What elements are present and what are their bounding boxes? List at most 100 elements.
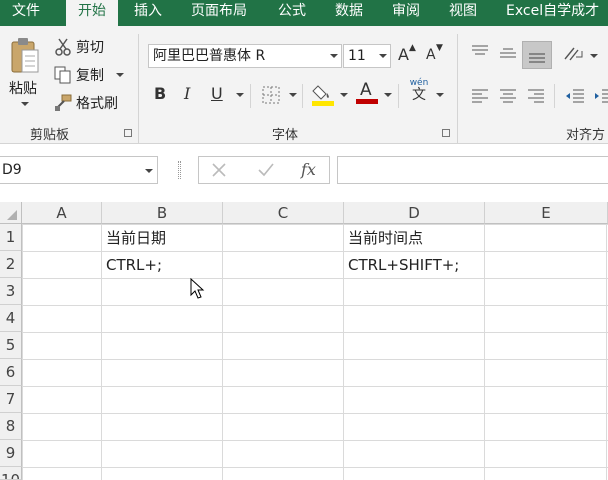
tab-excel-self-study[interactable]: Excel自学成才 [506, 0, 608, 26]
formula-bar: D9 fx [0, 144, 608, 202]
font-size-value: 11 [348, 48, 366, 64]
paste-dropdown-icon[interactable] [21, 102, 29, 106]
group-separator [457, 34, 458, 144]
gridline [101, 224, 102, 480]
paste-button[interactable]: 粘贴 [6, 36, 44, 116]
name-box-value: D9 [2, 162, 22, 178]
column-header-a[interactable]: A [22, 202, 102, 224]
row-header-4[interactable]: 4 [0, 305, 22, 332]
align-middle-icon[interactable] [498, 44, 518, 60]
borders-dropdown-icon[interactable] [289, 93, 297, 97]
orientation-icon[interactable] [562, 44, 588, 64]
name-box-dropdown-icon[interactable] [145, 169, 153, 173]
gridline [343, 224, 344, 480]
resize-handle[interactable] [178, 161, 181, 179]
tab-view[interactable]: 视图 [449, 0, 485, 26]
column-header-c[interactable]: C [223, 202, 344, 224]
alignment-group-label: 对齐方 [566, 128, 606, 143]
tab-review[interactable]: 审阅 [392, 0, 428, 26]
borders-icon[interactable] [262, 86, 280, 104]
insert-function-icon[interactable]: fx [301, 160, 316, 179]
cancel-icon[interactable] [211, 162, 227, 178]
copy-dropdown-icon[interactable] [116, 73, 124, 77]
font-group-label: 字体 [272, 128, 299, 143]
font-color-swatch [356, 99, 378, 104]
formula-input[interactable] [337, 156, 608, 184]
format-painter-button[interactable]: 格式刷 [52, 92, 128, 114]
clipboard-dialog-launcher-icon[interactable] [124, 129, 132, 137]
cell-b2[interactable]: CTRL+; [106, 252, 162, 278]
align-left-icon[interactable] [470, 88, 490, 104]
formula-buttons: fx [198, 156, 330, 184]
grow-font-button[interactable]: A ▲ [398, 43, 416, 67]
font-size-dropdown-icon[interactable] [379, 54, 387, 58]
cut-button[interactable]: 剪切 [52, 36, 122, 58]
cell-b1[interactable]: 当前日期 [106, 225, 166, 251]
cell-d2[interactable]: CTRL+SHIFT+; [348, 252, 459, 278]
row-header-9[interactable]: 9 [0, 440, 22, 467]
decrease-indent-icon[interactable] [564, 88, 586, 104]
phonetic-dropdown-icon[interactable] [436, 93, 444, 97]
group-separator [138, 34, 139, 144]
column-header-b[interactable]: B [102, 202, 223, 224]
paste-icon [11, 38, 39, 73]
ribbon-tab-bar: 文件 开始 插入 页面布局 公式 数据 审阅 视图 Excel自学成才 [0, 0, 608, 26]
cell-area[interactable]: 当前日期 当前时间点 CTRL+; CTRL+SHIFT+; [22, 224, 608, 480]
name-box[interactable]: D9 [0, 156, 158, 184]
paste-label: 粘贴 [9, 81, 37, 97]
copy-icon [54, 66, 71, 84]
align-right-icon[interactable] [526, 88, 546, 104]
select-all-button[interactable] [0, 202, 22, 224]
gridline [222, 224, 223, 480]
align-top-icon[interactable] [470, 44, 490, 60]
font-dialog-launcher-icon[interactable] [442, 129, 450, 137]
row-header-5[interactable]: 5 [0, 332, 22, 359]
fill-color-dropdown-icon[interactable] [340, 93, 348, 97]
shrink-font-button[interactable]: A ▼ [426, 43, 444, 69]
row-header-6[interactable]: 6 [0, 359, 22, 386]
font-name-dropdown-icon[interactable] [330, 54, 338, 58]
phonetic-guide-button[interactable]: wén 文 [406, 78, 432, 110]
mouse-cursor-icon [190, 278, 205, 299]
row-header-7[interactable]: 7 [0, 386, 22, 413]
clipboard-group-label: 剪贴板 [30, 128, 70, 143]
font-color-icon: A [360, 80, 372, 100]
tab-home[interactable]: 开始 [66, 0, 118, 26]
worksheet-grid: A B C D E 1 2 3 4 5 6 7 8 9 10 当前日期 当前时间… [0, 202, 608, 480]
orientation-dropdown-icon[interactable] [590, 54, 598, 58]
bold-button[interactable]: B [154, 84, 172, 106]
tab-data[interactable]: 数据 [335, 0, 371, 26]
phonetic-bottom: 文 [412, 87, 426, 103]
cell-d1[interactable]: 当前时间点 [348, 225, 423, 251]
align-bottom-icon [529, 53, 545, 63]
underline-dropdown-icon[interactable] [236, 93, 244, 97]
font-color-button[interactable]: A [356, 80, 378, 106]
tab-formulas[interactable]: 公式 [278, 0, 314, 26]
row-header-1[interactable]: 1 [0, 224, 22, 251]
tab-page-layout[interactable]: 页面布局 [191, 0, 255, 26]
scissors-icon [55, 38, 71, 56]
copy-button[interactable]: 复制 [52, 64, 128, 86]
fill-color-icon[interactable] [312, 82, 334, 106]
underline-button[interactable]: U [211, 84, 229, 106]
align-bottom-button[interactable] [522, 41, 552, 69]
tab-file[interactable]: 文件 [10, 0, 54, 26]
row-header-2[interactable]: 2 [0, 251, 22, 278]
increase-indent-icon[interactable] [594, 88, 608, 104]
align-center-icon[interactable] [498, 88, 518, 104]
font-name-value: 阿里巴巴普惠体 R [153, 48, 266, 64]
column-header-d[interactable]: D [344, 202, 485, 224]
cut-label: 剪切 [76, 40, 104, 56]
gridline [484, 224, 485, 480]
row-header-3[interactable]: 3 [0, 278, 22, 305]
enter-check-icon[interactable] [257, 162, 275, 178]
row-header-10[interactable]: 10 [0, 467, 22, 480]
tab-insert[interactable]: 插入 [134, 0, 170, 26]
ribbon: 粘贴 剪切 复制 格式刷 剪贴板 阿里巴巴普惠体 R 11 A ▲ A ▼ B … [0, 26, 608, 144]
font-color-dropdown-icon[interactable] [384, 93, 392, 97]
font-name-combo[interactable]: 阿里巴巴普惠体 R [148, 44, 342, 68]
row-header-8[interactable]: 8 [0, 413, 22, 440]
column-header-e[interactable]: E [485, 202, 608, 224]
font-separator [302, 84, 303, 108]
italic-button[interactable]: I [184, 84, 202, 106]
